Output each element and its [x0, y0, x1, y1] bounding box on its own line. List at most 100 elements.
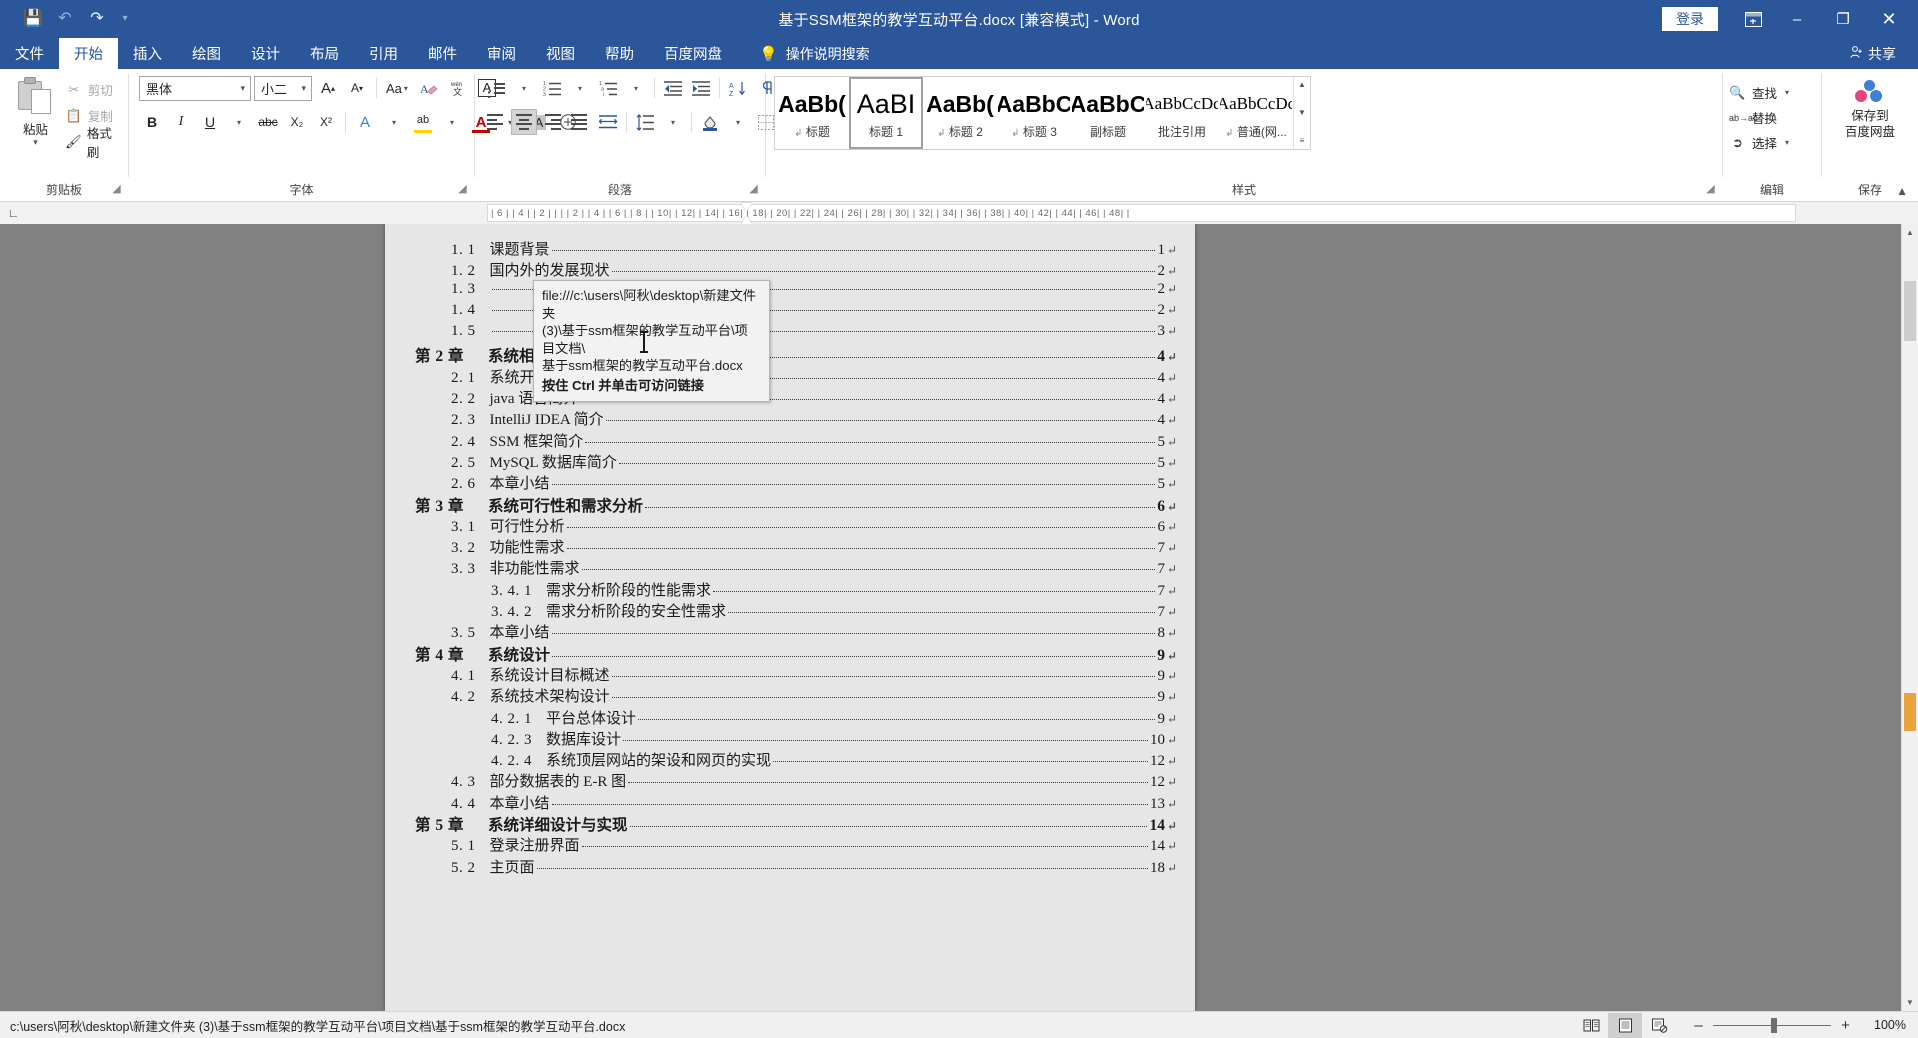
increase-indent-icon[interactable]: [688, 75, 714, 101]
save-to-baidu-button[interactable]: 保存到 百度网盘: [1828, 74, 1912, 140]
multilevel-list-icon[interactable]: 1ai: [595, 75, 621, 101]
scroll-up-icon[interactable]: ▲: [1294, 79, 1310, 91]
highlight-color-button[interactable]: ab: [410, 109, 436, 135]
clipboard-dialog-launcher[interactable]: ◢: [111, 184, 122, 196]
scroll-down-button[interactable]: ▼: [1902, 994, 1918, 1011]
style-item-subtitle[interactable]: AaBbC 副标题: [1071, 77, 1145, 149]
toc-entry[interactable]: 2. 1系统开发及运行环境4↵: [403, 366, 1177, 387]
zoom-slider-thumb[interactable]: [1771, 1017, 1777, 1033]
multilevel-chevron-icon[interactable]: ▾: [623, 75, 649, 101]
toc-entry[interactable]: 第 5 章 系统详细设计与实现 14 ↵: [403, 813, 1177, 834]
toc-entry[interactable]: 5. 1 登录注册界面 14 ↵: [403, 834, 1177, 855]
toc-entry[interactable]: 2. 2java 语言简介4↵: [403, 387, 1177, 408]
font-size-combo[interactable]: 小二 ▾: [254, 75, 312, 101]
customize-quick-access-icon[interactable]: ▾: [114, 5, 136, 33]
shading-chevron-icon[interactable]: ▾: [725, 109, 751, 135]
document-page[interactable]: 1. 1 课题背景 1 ↵ 1. 2 国内外的发展现状 2 ↵ 1. 3 2 ↵ 1. 4 2 ↵ 1. 5…: [385, 224, 1195, 1011]
select-button[interactable]: ➲ 选择 ▾: [1729, 130, 1791, 155]
styles-more-icon[interactable]: ≡: [1294, 135, 1310, 147]
share-button[interactable]: 共享: [1849, 38, 1918, 69]
tab-file[interactable]: 文件: [0, 38, 59, 69]
style-item-intense-quote[interactable]: AaBbCcDd 批注引用: [1145, 77, 1219, 149]
styles-dialog-launcher[interactable]: ◢: [1705, 184, 1716, 196]
toc-entry[interactable]: 4. 3 部分数据表的 E-R 图 12 ↵: [403, 770, 1177, 791]
toc-entry[interactable]: 4. 1 系统设计目标概述 9 ↵: [403, 664, 1177, 685]
align-center-icon[interactable]: [511, 109, 537, 135]
toc-entry[interactable]: 第 2 章系统相关技术4↵: [403, 344, 1177, 365]
bullets-icon[interactable]: [483, 75, 509, 101]
tab-baidu-netdisk[interactable]: 百度网盘: [649, 38, 737, 69]
tab-design[interactable]: 设计: [236, 38, 295, 69]
web-layout-icon[interactable]: [1642, 1013, 1676, 1038]
toc-entry[interactable]: 5. 2 主页面 18 ↵: [403, 856, 1177, 877]
styles-gallery-scroll[interactable]: ▲ ▼ ≡: [1293, 77, 1310, 149]
italic-button[interactable]: I: [168, 109, 194, 135]
decrease-indent-icon[interactable]: [660, 75, 686, 101]
highlight-chevron-icon[interactable]: ▾: [439, 109, 465, 135]
find-button[interactable]: 🔍 查找 ▾: [1729, 80, 1791, 105]
shrink-font-button[interactable]: A ▾: [344, 75, 370, 101]
select-chevron-icon[interactable]: ▾: [1783, 138, 1791, 147]
find-chevron-icon[interactable]: ▾: [1783, 88, 1791, 97]
toc-entry[interactable]: 3. 4. 2 需求分析阶段的安全性需求 7 ↵: [403, 600, 1177, 621]
tab-stop-left-icon[interactable]: ∟: [0, 202, 27, 224]
toc-entry[interactable]: 4. 2. 1 平台总体设计 9 ↵: [403, 707, 1177, 728]
style-item-heading-1[interactable]: AaBI 标题 1: [849, 77, 923, 149]
numbering-chevron-icon[interactable]: ▾: [567, 75, 593, 101]
toc-entry[interactable]: 3. 5 本章小结 8 ↵: [403, 621, 1177, 642]
replace-button[interactable]: ab→ac 替换: [1729, 105, 1777, 130]
left-indent-marker[interactable]: [741, 216, 752, 224]
bold-button[interactable]: B: [139, 109, 165, 135]
text-effects-chevron-icon[interactable]: ▾: [381, 109, 407, 135]
tab-review[interactable]: 审阅: [472, 38, 531, 69]
toc-entry[interactable]: 1. 3 2 ↵: [403, 281, 1177, 302]
distribute-text-icon[interactable]: [595, 109, 621, 135]
phonetic-guide-icon[interactable]: wén 文: [445, 75, 471, 101]
toc-entry[interactable]: 1. 1 课题背景 1 ↵: [403, 238, 1177, 259]
numbering-icon[interactable]: 123: [539, 75, 565, 101]
tab-layout[interactable]: 布局: [295, 38, 354, 69]
line-spacing-icon[interactable]: [632, 109, 658, 135]
font-name-combo[interactable]: 黑体 ▾: [139, 75, 251, 101]
style-item-heading-2[interactable]: AaBb( ↲ 标题 2: [923, 77, 997, 149]
underline-options-chevron-icon[interactable]: ▾: [226, 109, 252, 135]
chevron-down-icon[interactable]: ▾: [33, 138, 38, 147]
scrollbar-thumb[interactable]: [1904, 281, 1916, 341]
strikethrough-button[interactable]: abc: [255, 109, 281, 135]
underline-button[interactable]: U: [197, 109, 223, 135]
toc-entry[interactable]: 2. 4 SSM 框架简介 5 ↵: [403, 430, 1177, 451]
cut-button[interactable]: ✂ 剪切: [65, 79, 122, 100]
restore-button[interactable]: ❐: [1820, 0, 1866, 38]
vertical-scrollbar[interactable]: ▲ ▼: [1901, 224, 1918, 1011]
scroll-up-button[interactable]: ▲: [1902, 224, 1918, 241]
toc-entry[interactable]: 1. 4 2 ↵: [403, 302, 1177, 323]
read-mode-icon[interactable]: [1574, 1013, 1608, 1038]
tab-help[interactable]: 帮助: [590, 38, 649, 69]
toc-entry[interactable]: 2. 5 MySQL 数据库简介 5 ↵: [403, 451, 1177, 472]
zoom-level-label[interactable]: 100%: [1862, 1018, 1906, 1032]
toc-entry[interactable]: 3. 2 功能性需求 7 ↵: [403, 536, 1177, 557]
zoom-control[interactable]: – +: [1676, 1017, 1862, 1034]
toc-entry[interactable]: 2. 6 本章小结 5 ↵: [403, 472, 1177, 493]
bullets-chevron-icon[interactable]: ▾: [511, 75, 537, 101]
clear-formatting-icon[interactable]: A: [416, 75, 442, 101]
toc-entry[interactable]: 第 3 章 系统可行性和需求分析 6 ↵: [403, 494, 1177, 515]
subscript-button[interactable]: X₂: [284, 109, 310, 135]
sign-in-button[interactable]: 登录: [1662, 6, 1718, 32]
save-icon[interactable]: 💾: [18, 5, 48, 33]
close-button[interactable]: ✕: [1866, 0, 1912, 38]
tell-me-search[interactable]: 💡 操作说明搜索: [737, 38, 884, 69]
tab-draw[interactable]: 绘图: [177, 38, 236, 69]
zoom-in-button[interactable]: +: [1839, 1017, 1852, 1034]
toc-entry[interactable]: 1. 5 3 ↵: [403, 323, 1177, 344]
toc-entry[interactable]: 3. 4. 1 需求分析阶段的性能需求 7 ↵: [403, 579, 1177, 600]
justify-icon[interactable]: [567, 109, 593, 135]
shading-icon[interactable]: [697, 109, 723, 135]
line-spacing-chevron-icon[interactable]: ▾: [660, 109, 686, 135]
toc-entry[interactable]: 4. 2. 4 系统顶层网站的架设和网页的实现 12 ↵: [403, 749, 1177, 770]
format-painter-button[interactable]: 🖌 格式刷: [65, 127, 122, 160]
collapse-ribbon-icon[interactable]: ▲: [1896, 184, 1908, 198]
align-right-icon[interactable]: [539, 109, 565, 135]
toc-entry[interactable]: 2. 3 IntelliJ IDEA 简介 4 ↵: [403, 408, 1177, 429]
scrollbar-track[interactable]: [1902, 241, 1918, 994]
